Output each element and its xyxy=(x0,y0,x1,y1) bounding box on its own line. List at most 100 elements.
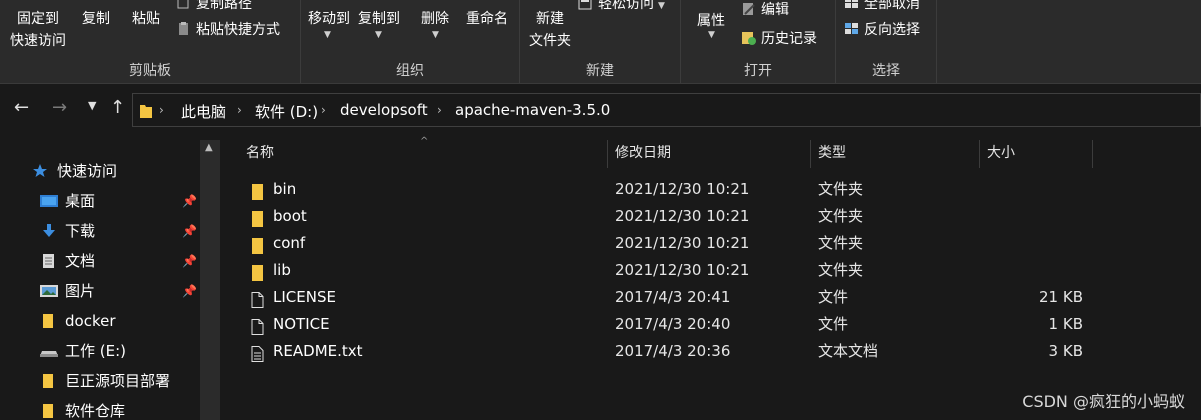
breadcrumb-developsoft[interactable]: developsoft xyxy=(340,101,428,119)
nav-item-label: 软件仓库 xyxy=(65,402,126,420)
column-divider[interactable] xyxy=(607,140,608,168)
file-modified: 2021/12/30 10:21 xyxy=(615,261,750,279)
easy-access-icon xyxy=(578,0,594,10)
edit-label: 编辑 xyxy=(761,2,789,18)
properties-label: 属性 xyxy=(697,13,725,29)
easy-access-button[interactable]: 轻松访问 ▼ xyxy=(578,0,665,16)
copy-to-chevron-down-icon: ▼ xyxy=(375,30,382,40)
desktop-icon xyxy=(40,189,58,207)
file-name: lib xyxy=(273,261,291,279)
organize-group: 移动到 ▼ 复制到 ▼ 删除 ▼ 重命名 组织 xyxy=(301,0,519,83)
breadcrumb-apache-maven[interactable]: apache-maven-3.5.0 xyxy=(455,101,610,119)
history-icon xyxy=(741,31,757,45)
forward-arrow-icon[interactable]: → xyxy=(52,97,67,118)
pin-to-quick-access-button[interactable]: 固定到 快速访问 xyxy=(6,8,70,52)
rename-button[interactable]: 重命名 xyxy=(461,8,513,30)
file-type: 文本文档 xyxy=(818,342,879,360)
column-header-size[interactable]: 大小 xyxy=(987,140,1087,168)
nav-item-downloads[interactable]: 下载 xyxy=(40,217,200,245)
select-none-button[interactable]: 全部取消 xyxy=(844,0,920,14)
edit-icon xyxy=(741,2,757,16)
breadcrumb-separator-icon: › xyxy=(237,103,242,117)
recent-locations-chevron-icon[interactable]: ▼ xyxy=(88,99,96,112)
file-size: 21 KB xyxy=(1039,288,1083,306)
easy-access-chevron-down-icon: ▼ xyxy=(658,1,665,11)
breadcrumb-drive-d[interactable]: 软件 (D:) xyxy=(255,101,318,122)
nav-scrollbar[interactable]: ▲ xyxy=(200,140,220,420)
file-row[interactable]: bin 2021/12/30 10:21 文件夹 xyxy=(220,176,1201,203)
file-name: boot xyxy=(273,207,307,225)
column-divider[interactable] xyxy=(979,140,980,168)
file-name: README.txt xyxy=(273,342,363,360)
breadcrumb-this-pc[interactable]: 此电脑 xyxy=(181,101,226,122)
new-group-label: 新建 xyxy=(586,63,614,79)
file-name: conf xyxy=(273,234,306,252)
nav-item-documents[interactable]: 文档 xyxy=(40,247,200,275)
nav-item-label: 快速访问 xyxy=(57,162,118,180)
new-group: 新建 文件夹 轻松访问 ▼ 新建 xyxy=(520,0,680,83)
file-row[interactable]: conf 2021/12/30 10:21 文件夹 xyxy=(220,230,1201,257)
copy-path-button[interactable]: 复制路径 xyxy=(176,0,252,14)
nav-item-software-repo[interactable]: 软件仓库 xyxy=(40,397,200,420)
select-group: 全部取消 反向选择 选择 xyxy=(836,0,936,83)
new-folder-button[interactable]: 新建 文件夹 xyxy=(524,8,576,52)
paste-shortcut-button[interactable]: 粘贴快捷方式 xyxy=(176,20,280,40)
breadcrumb-separator-icon: › xyxy=(437,103,442,117)
column-header-modified[interactable]: 修改日期 xyxy=(615,140,805,168)
nav-item-quick-access[interactable]: 快速访问 xyxy=(32,157,192,185)
address-bar[interactable]: › 此电脑 › 软件 (D:) › developsoft › apache-m… xyxy=(132,93,1201,127)
rename-label: 重命名 xyxy=(466,11,508,27)
folder-icon xyxy=(40,309,58,328)
file-type: 文件夹 xyxy=(818,207,864,225)
column-divider[interactable] xyxy=(810,140,811,168)
select-none-icon xyxy=(844,0,860,10)
move-to-label: 移动到 xyxy=(308,11,350,27)
invert-selection-button[interactable]: 反向选择 xyxy=(844,20,920,40)
document-icon xyxy=(40,249,58,268)
copy-to-button[interactable]: 复制到 xyxy=(355,8,403,30)
paste-button[interactable]: 粘贴 xyxy=(126,8,166,30)
file-icon xyxy=(251,290,264,308)
invert-selection-label: 反向选择 xyxy=(864,22,920,38)
folder-icon xyxy=(40,369,58,388)
folder-icon xyxy=(251,263,264,281)
copy-button[interactable]: 复制 xyxy=(76,8,116,30)
file-type: 文件夹 xyxy=(818,234,864,252)
nav-item-docker[interactable]: docker xyxy=(40,307,200,335)
pin-icon: 📌 xyxy=(182,284,197,298)
nav-item-pictures[interactable]: 图片 xyxy=(40,277,200,305)
nav-item-label: 工作 (E:) xyxy=(65,342,127,360)
file-modified: 2017/4/3 20:36 xyxy=(615,342,731,360)
copy-label: 复制 xyxy=(82,11,110,27)
column-header-type[interactable]: 类型 xyxy=(818,140,978,168)
file-name: NOTICE xyxy=(273,315,330,333)
column-header-name[interactable]: 名称 xyxy=(246,140,606,168)
file-row[interactable]: NOTICE 2017/4/3 20:40 文件 1 KB xyxy=(220,311,1201,338)
file-row[interactable]: boot 2021/12/30 10:21 文件夹 xyxy=(220,203,1201,230)
folder-icon xyxy=(251,182,264,200)
select-none-label: 全部取消 xyxy=(864,0,920,12)
scroll-up-icon[interactable]: ▲ xyxy=(205,142,213,153)
paste-shortcut-label: 粘贴快捷方式 xyxy=(196,22,280,38)
file-row[interactable]: LICENSE 2017/4/3 20:41 文件 21 KB xyxy=(220,284,1201,311)
select-group-label: 选择 xyxy=(872,63,900,79)
up-arrow-icon[interactable]: ↑ xyxy=(110,97,125,118)
history-button[interactable]: 历史记录 xyxy=(741,29,817,49)
copy-path-icon xyxy=(176,0,192,10)
column-divider[interactable] xyxy=(1092,140,1093,168)
file-row[interactable]: lib 2021/12/30 10:21 文件夹 xyxy=(220,257,1201,284)
move-to-button[interactable]: 移动到 xyxy=(305,8,353,30)
nav-item-drive-e[interactable]: 工作 (E:) xyxy=(40,337,200,365)
back-arrow-icon[interactable]: ← xyxy=(14,97,29,118)
paste-label: 粘贴 xyxy=(132,11,160,27)
open-group: 属性 ▼ 编辑 历史记录 打开 xyxy=(681,0,835,83)
properties-button[interactable]: 属性 xyxy=(691,10,731,32)
file-row[interactable]: README.txt 2017/4/3 20:36 文本文档 3 KB xyxy=(220,338,1201,365)
copy-to-label: 复制到 xyxy=(358,11,400,27)
nav-item-deployment[interactable]: 巨正源项目部署 xyxy=(40,367,200,395)
delete-button[interactable]: 删除 xyxy=(415,8,455,30)
edit-button[interactable]: 编辑 xyxy=(741,0,789,20)
nav-item-desktop[interactable]: 桌面 xyxy=(40,187,200,215)
clipboard-group: 固定到 快速访问 复制 粘贴 复制路径 粘贴快捷方式 剪贴板 xyxy=(0,0,300,83)
watermark: CSDN @疯狂的小蚂蚁 xyxy=(1022,392,1185,411)
